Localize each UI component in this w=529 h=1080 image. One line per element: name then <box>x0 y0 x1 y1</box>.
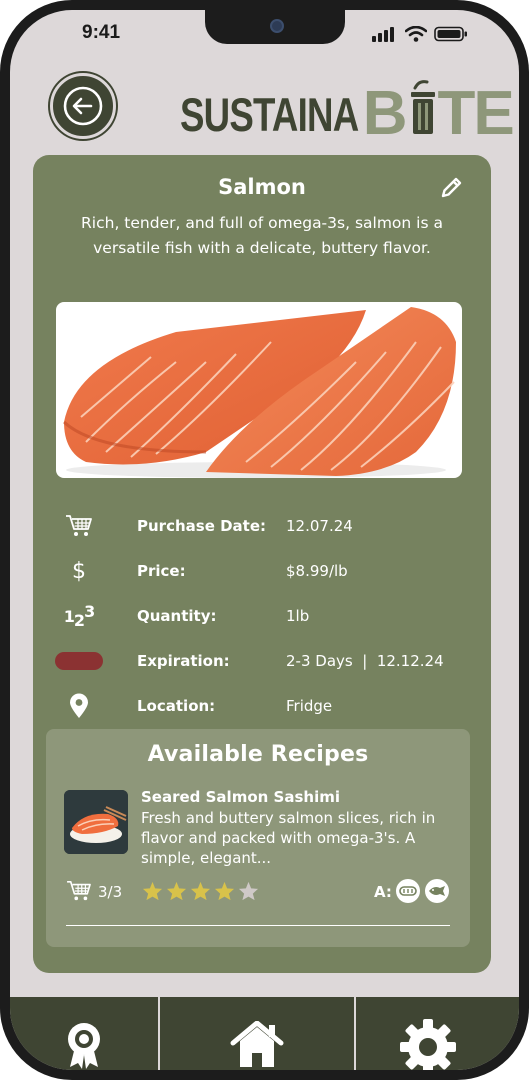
star-filled-icon <box>142 881 163 901</box>
expiration-indicator-icon <box>55 652 103 670</box>
numbers-icon: 123 <box>63 601 95 630</box>
phone-frame: 9:41 SUSTAINA B TE Salmon Rich, tender, … <box>0 0 529 1080</box>
status-time: 9:41 <box>82 22 121 43</box>
fish-allergen-icon <box>425 879 449 903</box>
recipe-cart-icon <box>67 881 91 901</box>
star-empty-icon <box>238 881 259 901</box>
detail-row-expiration: Expiration: 2-3 Days | 12.12.24 <box>33 646 491 676</box>
notch <box>205 10 345 44</box>
available-recipes-panel: Available Recipes Seared Salmon Sashimi … <box>46 729 470 947</box>
item-card: Salmon Rich, tender, and full of omega-3… <box>33 155 491 973</box>
detail-row-price: $ Price: $8.99/lb <box>33 556 491 586</box>
trash-bin-logo-icon <box>410 80 435 134</box>
bottom-navbar <box>10 997 519 1070</box>
app-logo: SUSTAINA B TE <box>180 74 515 148</box>
nav-settings-button[interactable] <box>356 997 519 1070</box>
sashimi-illustration <box>64 790 128 854</box>
item-photo <box>56 302 462 478</box>
ingredients-available-count: 3/3 <box>98 883 123 901</box>
app-screen: 9:41 SUSTAINA B TE Salmon Rich, tender, … <box>10 10 519 1070</box>
back-button[interactable] <box>50 73 116 139</box>
logo-text-primary: SUSTAINA <box>180 88 359 141</box>
arrow-left-icon <box>63 86 103 126</box>
price-label: Price: <box>137 562 186 580</box>
nav-home-button[interactable] <box>160 997 354 1070</box>
star-filled-icon <box>190 881 211 901</box>
location-value: Fridge <box>286 697 333 715</box>
expiration-label: Expiration: <box>137 652 230 670</box>
recipe-footer: 3/3 A: <box>46 877 470 907</box>
battery-icon <box>434 26 467 42</box>
cart-icon <box>66 515 92 536</box>
edit-pencil-icon[interactable] <box>438 175 464 201</box>
signal-icon <box>372 27 394 42</box>
purchase-date-value: 12.07.24 <box>286 517 353 535</box>
nav-rewards-button[interactable] <box>10 997 158 1070</box>
logo-text-accent-te: TE <box>437 79 515 148</box>
detail-row-purchase-date: Purchase Date: 12.07.24 <box>33 511 491 541</box>
price-value: $8.99/lb <box>286 562 348 580</box>
settings-icon <box>399 1018 456 1070</box>
recipe-description: Fresh and buttery salmon slices, rich in… <box>141 809 436 867</box>
wifi-icon <box>405 26 427 42</box>
quantity-value: 1lb <box>286 607 310 625</box>
quantity-label: Quantity: <box>137 607 217 625</box>
gluten-icon <box>396 879 420 903</box>
salmon-illustration <box>62 307 456 478</box>
purchase-date-label: Purchase Date: <box>137 517 267 535</box>
home-icon <box>230 1020 284 1067</box>
recipe-name[interactable]: Seared Salmon Sashimi <box>141 788 340 806</box>
detail-row-quantity: 123 Quantity: 1lb <box>33 601 491 631</box>
location-label: Location: <box>137 697 216 715</box>
dollar-icon: $ <box>72 558 86 584</box>
recipes-title: Available Recipes <box>147 742 369 767</box>
recipe-thumbnail[interactable] <box>64 790 128 854</box>
recipe-divider <box>66 925 450 926</box>
detail-row-location: Location: Fridge <box>33 691 491 721</box>
star-filled-icon <box>214 881 235 901</box>
badge-icon <box>68 1022 100 1069</box>
status-icons <box>372 26 468 42</box>
camera <box>270 19 284 33</box>
allergen-label: A: <box>374 883 392 901</box>
star-filled-icon <box>166 881 187 901</box>
logo-text-accent-b: B <box>362 79 408 148</box>
expiration-value: 2-3 Days | 12.12.24 <box>286 652 444 670</box>
location-pin-icon <box>70 693 88 718</box>
rating-stars <box>142 881 259 901</box>
item-title: Salmon <box>218 175 306 199</box>
item-description: Rich, tender, and full of omega-3s, salm… <box>81 214 443 257</box>
